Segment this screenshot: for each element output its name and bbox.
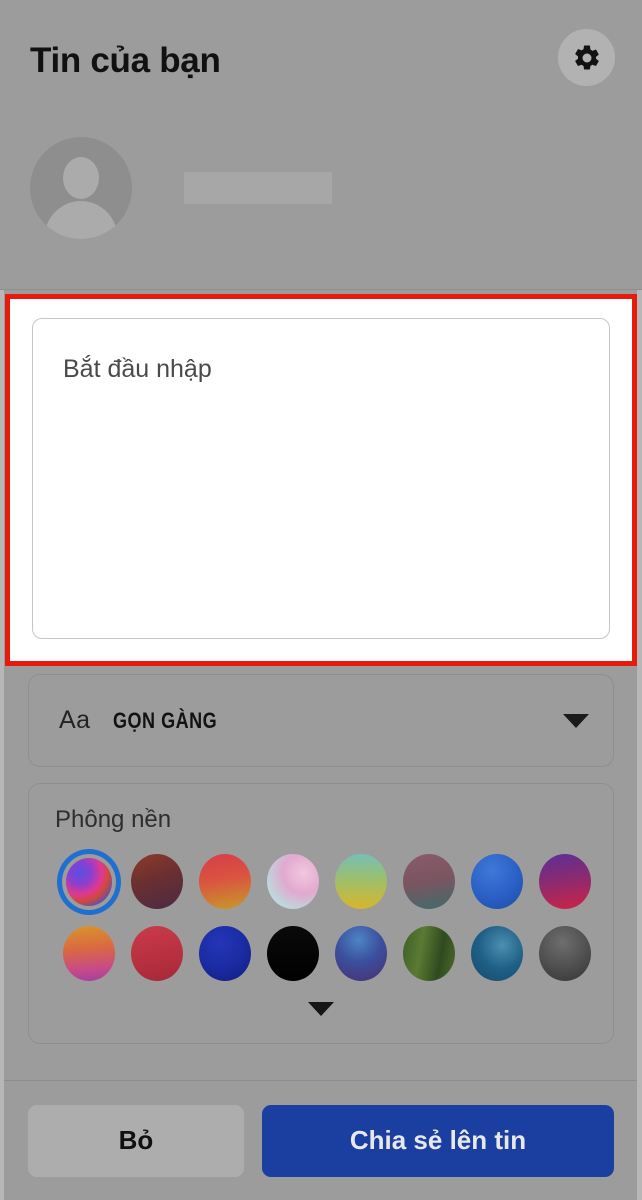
story-composer-screen: Tin của bạn Aa [0, 0, 642, 1200]
background-panel: Phông nền [28, 783, 614, 1044]
background-swatch-purple-crimson[interactable] [531, 853, 599, 911]
swatch-color [335, 854, 387, 910]
background-swatch-crimson-red[interactable] [123, 925, 191, 983]
settings-button[interactable] [558, 29, 615, 86]
background-swatch-royal-blue[interactable] [463, 853, 531, 911]
avatar [30, 137, 132, 239]
swatch-color [199, 854, 251, 910]
background-panel-label: Phông nền [55, 806, 172, 833]
background-swatch-deep-blue[interactable] [191, 925, 259, 983]
footer-action-bar: Bỏ Chia sẻ lên tin [0, 1080, 642, 1200]
story-text-input[interactable] [32, 318, 610, 639]
swatch-color [471, 854, 523, 910]
swatch-color [131, 926, 183, 982]
background-swatch-orange-magenta[interactable] [55, 925, 123, 983]
user-row [30, 137, 332, 239]
swatch-color [335, 926, 387, 982]
swatch-color [539, 926, 591, 982]
options-panels: Aa GỌN GÀNG Phông nền [0, 666, 642, 1080]
background-swatch-dark-maroon[interactable] [123, 853, 191, 911]
background-swatch-teal-blue[interactable] [463, 925, 531, 983]
swatch-color [267, 926, 319, 982]
swatch-color [131, 854, 183, 910]
swatch-color [471, 926, 523, 982]
background-swatch-teal-yellow[interactable] [327, 853, 395, 911]
background-swatch-forest-green[interactable] [395, 925, 463, 983]
header: Tin của bạn [0, 0, 642, 290]
swatch-color [403, 854, 455, 910]
background-swatch-black[interactable] [259, 925, 327, 983]
swatch-color [66, 857, 112, 906]
swatch-color [403, 926, 455, 982]
background-swatch-holographic-blue-pink[interactable] [55, 853, 123, 911]
swatch-color [63, 926, 115, 982]
chevron-down-icon [563, 713, 589, 728]
background-swatch-blue-purple[interactable] [327, 925, 395, 983]
composer-highlight-annotation [5, 294, 637, 666]
discard-button[interactable]: Bỏ [28, 1104, 244, 1177]
background-swatch-dark-gray[interactable] [531, 925, 599, 983]
background-swatch-red-orange[interactable] [191, 853, 259, 911]
expand-backgrounds-button[interactable] [55, 989, 587, 1029]
swatch-color [267, 854, 319, 910]
font-style-value: GỌN GÀNG [112, 707, 217, 733]
share-to-story-button[interactable]: Chia sẻ lên tin [262, 1104, 614, 1177]
background-swatch-mauve-teal[interactable] [395, 853, 463, 911]
gear-icon [572, 43, 602, 73]
background-swatch-pastel-pink-teal[interactable] [259, 853, 327, 911]
font-aa-icon: Aa [59, 706, 91, 734]
chevron-down-icon [308, 1001, 334, 1016]
background-swatch-grid [55, 853, 591, 983]
page-title: Tin của bạn [30, 41, 221, 80]
user-name-redacted [184, 172, 332, 204]
font-style-picker[interactable]: Aa GỌN GÀNG [28, 674, 614, 767]
swatch-color [539, 854, 591, 910]
swatch-color [199, 926, 251, 982]
